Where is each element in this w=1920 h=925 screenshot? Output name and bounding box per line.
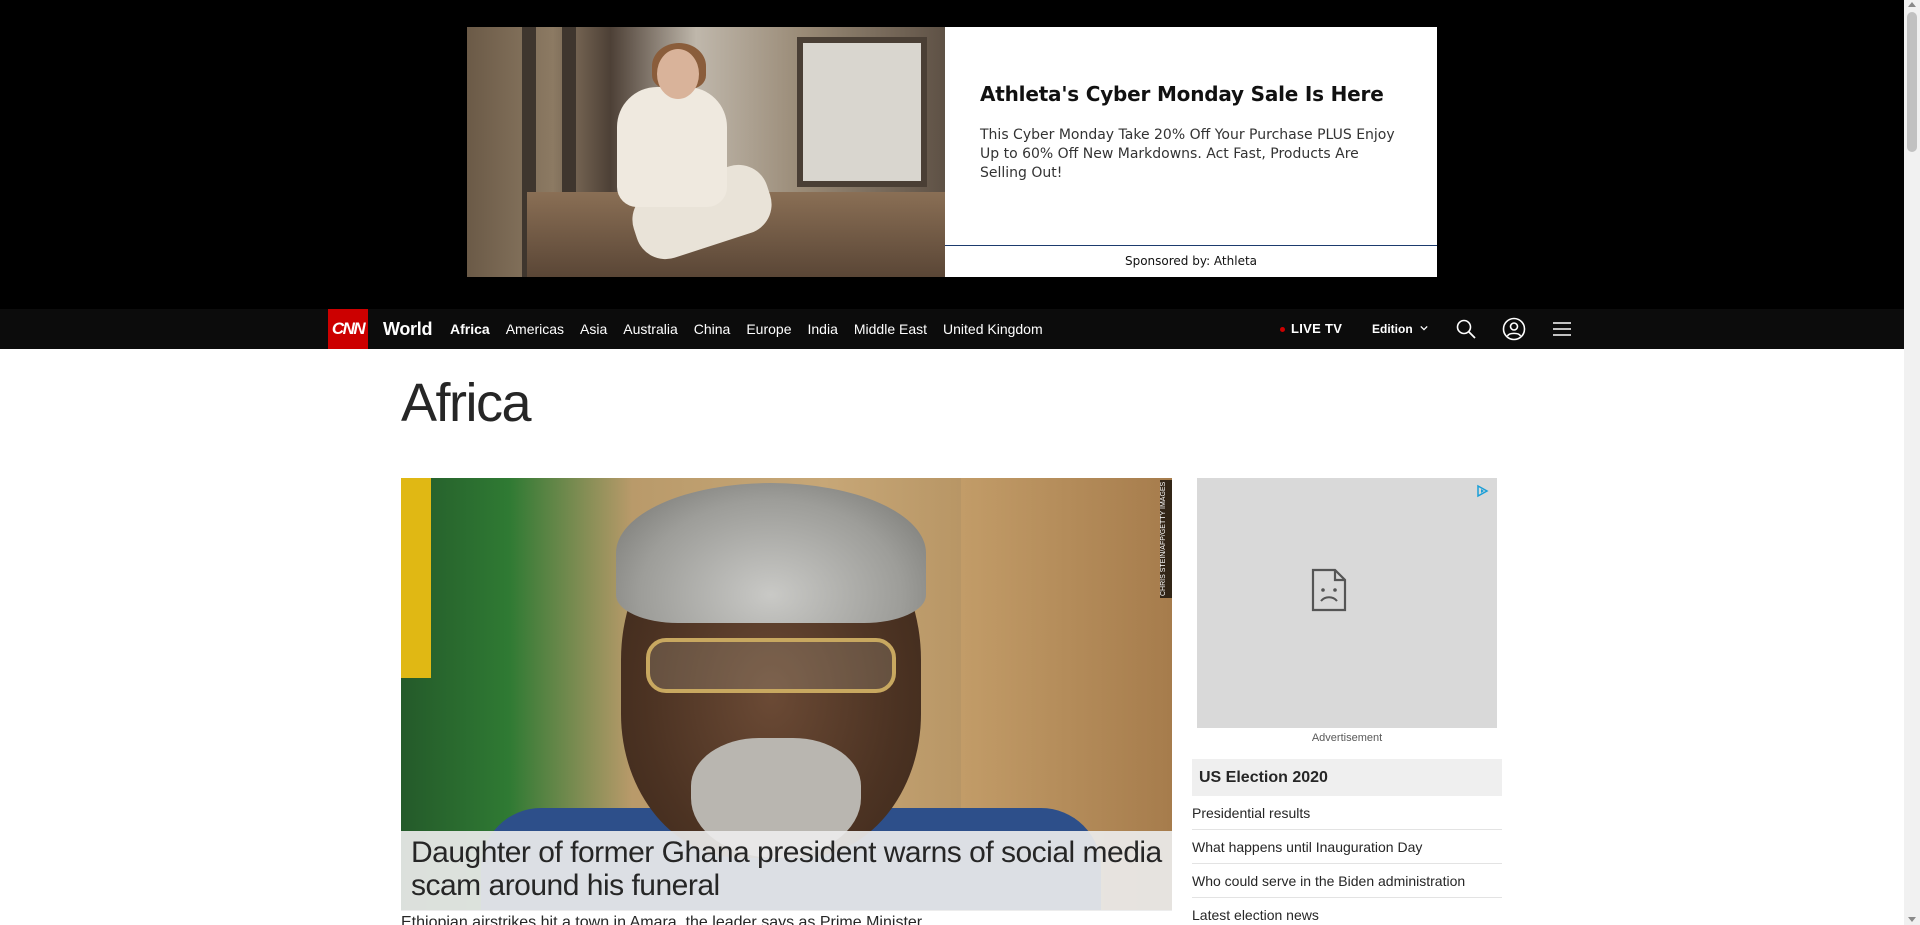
live-tv-link[interactable]: LIVE TV (1280, 309, 1342, 349)
nav-link-asia[interactable]: Asia (580, 309, 607, 349)
us-election-link-biden-administration[interactable]: Who could serve in the Biden administrat… (1192, 864, 1502, 898)
hero-headline[interactable]: Daughter of former Ghana president warns… (401, 831, 1172, 911)
ad-photo-window (797, 37, 927, 187)
advertisement-label: Advertisement (1311, 732, 1383, 744)
us-election-link-inauguration[interactable]: What happens until Inauguration Day (1192, 830, 1502, 864)
top-ad-band: Athleta's Cyber Monday Sale Is Here This… (0, 0, 1904, 309)
page-title: Africa (401, 373, 532, 433)
hero-teaser[interactable]: Ethiopian airstrikes hit a town in Amara… (401, 914, 1172, 925)
hero-glasses (646, 638, 896, 693)
sponsored-ad[interactable]: Athleta's Cyber Monday Sale Is Here This… (467, 27, 1437, 277)
ad-sponsor-line: Sponsored by: Athleta (945, 245, 1437, 277)
live-dot-icon (1280, 327, 1285, 333)
broken-image-icon (1311, 568, 1347, 612)
nav-section-title[interactable]: World (383, 309, 432, 349)
hero-flag-stripe (401, 478, 431, 678)
search-icon[interactable] (1454, 317, 1478, 341)
us-election-link-latest-news[interactable]: Latest election news (1192, 898, 1502, 925)
us-election-module: US Election 2020 Presidential results Wh… (1192, 759, 1502, 925)
nav-link-india[interactable]: India (808, 309, 838, 349)
nav-link-europe[interactable]: Europe (746, 309, 791, 349)
ad-photo-model-head (657, 49, 699, 99)
ad-title[interactable]: Athleta's Cyber Monday Sale Is Here (980, 82, 1402, 106)
chevron-down-icon (1420, 325, 1428, 331)
rail-advertisement[interactable] (1197, 478, 1497, 728)
hero-headline-text[interactable]: Daughter of former Ghana president warns… (411, 836, 1162, 902)
nav-link-africa[interactable]: Africa (450, 309, 490, 349)
edition-label: Edition (1372, 322, 1413, 336)
us-election-heading[interactable]: US Election 2020 (1192, 759, 1502, 796)
nav-link-americas[interactable]: Americas (506, 309, 564, 349)
nav-link-united-kingdom[interactable]: United Kingdom (943, 309, 1043, 349)
nav-link-middle-east[interactable]: Middle East (854, 309, 927, 349)
top-nav: CNN World Africa Americas Asia Australia… (0, 309, 1904, 349)
us-election-link-presidential-results[interactable]: Presidential results (1192, 796, 1502, 830)
nav-links: Africa Americas Asia Australia China Eur… (450, 309, 1059, 349)
scrollbar-thumb[interactable] (1907, 12, 1917, 152)
menu-icon[interactable] (1550, 317, 1574, 341)
cnn-logo[interactable]: CNN (328, 309, 368, 349)
live-tv-label: LIVE TV (1291, 321, 1343, 336)
ad-text[interactable]: Athleta's Cyber Monday Sale Is Here This… (945, 27, 1437, 245)
photo-credit: CHRIS STEIN/AFP/GETTY IMAGES (1160, 480, 1172, 598)
nav-link-china[interactable]: China (694, 309, 731, 349)
ad-description: This Cyber Monday Take 20% Off Your Purc… (980, 127, 1395, 181)
scroll-down-arrow-icon[interactable] (1908, 917, 1916, 922)
adchoices-icon[interactable] (1475, 484, 1489, 498)
ad-photo-model-body (617, 87, 727, 207)
ad-photo[interactable] (467, 27, 945, 277)
page-scrollbar[interactable] (1904, 0, 1920, 925)
account-icon[interactable] (1502, 317, 1526, 341)
edition-dropdown[interactable]: Edition (1372, 309, 1428, 349)
scroll-up-arrow-icon[interactable] (1908, 2, 1916, 7)
hero-hair (616, 483, 926, 623)
nav-link-australia[interactable]: Australia (623, 309, 677, 349)
